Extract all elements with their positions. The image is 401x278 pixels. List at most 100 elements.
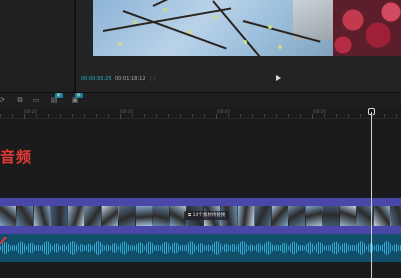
waveform-bar: [10, 245, 11, 251]
waveform-bar: [340, 245, 341, 251]
waveform-bar: [154, 245, 155, 251]
waveform-bar: [36, 245, 37, 251]
ruler-tick: [324, 114, 325, 117]
playhead-line[interactable]: [371, 112, 372, 278]
waveform-bar: [194, 243, 195, 253]
ruler-tick: [336, 114, 337, 117]
waveform-bar: [48, 241, 49, 255]
waveform-bar: [92, 245, 93, 251]
waveform-bar: [130, 245, 131, 251]
waveform-bar: [140, 242, 141, 254]
waveform-bar: [228, 244, 229, 252]
waveform-bar: [50, 243, 51, 253]
clip-replace-label[interactable]: ⧉ 14个素材待替换: [184, 211, 230, 220]
play-button[interactable]: [275, 75, 283, 83]
waveform-bar: [180, 245, 181, 251]
waveform-bar: [144, 245, 145, 251]
waveform-bar: [364, 243, 365, 253]
rotate-icon[interactable]: ⟳: [0, 96, 6, 104]
ruler-tick: [396, 114, 397, 117]
video-thumbnail: [306, 206, 323, 226]
waveform-bar: [344, 242, 345, 254]
waveform-bar: [12, 245, 13, 251]
waveform-bar: [152, 243, 153, 253]
waveform-bar: [86, 244, 87, 252]
video-thumbnail: [153, 206, 170, 226]
ruler-tick: [228, 114, 229, 117]
waveform-bar: [64, 244, 65, 252]
waveform-bar: [118, 245, 119, 251]
ruler-tick: [108, 114, 109, 117]
ruler-tick: [192, 114, 193, 117]
waveform-bar: [338, 243, 339, 253]
waveform-bar: [284, 242, 285, 254]
waveform-bar: [208, 244, 209, 252]
ruler-tick: [216, 114, 217, 119]
ruler-tick: [36, 114, 37, 117]
ruler-tick: [0, 114, 1, 117]
video-thumbnail: [255, 206, 272, 226]
waveform-bar: [342, 243, 343, 253]
fullscreen-bracket-icon[interactable]: [ ]: [150, 76, 156, 82]
waveform-bar: [288, 245, 289, 251]
waveform-bar: [62, 244, 63, 252]
video-thumbnail: [34, 206, 51, 226]
waveform-bar: [222, 245, 223, 251]
waveform-bar: [358, 242, 359, 254]
waveform-bar: [322, 243, 323, 253]
waveform-bar: [324, 245, 325, 251]
waveform-bar: [334, 241, 335, 255]
ruler-tick: [348, 114, 349, 117]
new-badge: 新: [75, 93, 83, 98]
waveform-bar: [44, 242, 45, 254]
screen-icon[interactable]: ▭: [32, 96, 40, 104]
ruler-tick: [312, 114, 313, 119]
video-thumbnail: [391, 206, 401, 226]
waveform-bar: [78, 245, 79, 251]
waveform-bar: [124, 241, 125, 255]
waveform-bar: [304, 245, 305, 251]
waveform-bar: [102, 244, 103, 252]
waveform-bar: [190, 241, 191, 255]
waveform-bar: [38, 244, 39, 252]
waveform-bar: [362, 241, 363, 255]
video-preview: [93, 0, 401, 56]
waveform-bar: [238, 243, 239, 253]
video-thumbnail: [340, 206, 357, 226]
waveform-bar: [104, 245, 105, 251]
waveform-bar: [24, 243, 25, 253]
waveform-bar: [316, 243, 317, 253]
waveform-bar: [398, 245, 399, 251]
waveform-bar: [82, 244, 83, 252]
waveform-bar: [80, 244, 81, 252]
video-thumbnail: [102, 206, 119, 226]
waveform-bar: [306, 244, 307, 252]
waveform-bar: [212, 244, 213, 252]
waveform-bar: [30, 242, 31, 254]
ruler-tick: [204, 114, 205, 117]
waveform-bar: [20, 241, 21, 255]
waveform-bar: [242, 241, 243, 255]
time-ruler[interactable]: [0, 107, 401, 119]
waveform-bar: [268, 241, 269, 255]
waveform-bar: [52, 245, 53, 251]
waveform-bar: [382, 244, 383, 252]
waveform-bar: [312, 243, 313, 253]
waveform-bar: [376, 244, 377, 252]
waveform-bar: [374, 245, 375, 251]
video-thumbnail: [323, 206, 340, 226]
waveform-bar: [240, 241, 241, 255]
waveform-bar: [54, 243, 55, 253]
video-thumbnail: [272, 206, 289, 226]
waveform-bar: [206, 245, 207, 251]
waveform-bar: [76, 243, 77, 253]
waveform-bar: [156, 245, 157, 251]
waveform-bar: [160, 245, 161, 251]
waveform-bar: [100, 242, 101, 254]
waveform-bar: [254, 245, 255, 251]
waveform-bar: [42, 244, 43, 252]
waveform-bar: [198, 243, 199, 253]
waveform-bar: [60, 245, 61, 251]
ruler-label: |00:30: [120, 109, 133, 114]
crop-icon[interactable]: ⧉: [16, 96, 24, 104]
